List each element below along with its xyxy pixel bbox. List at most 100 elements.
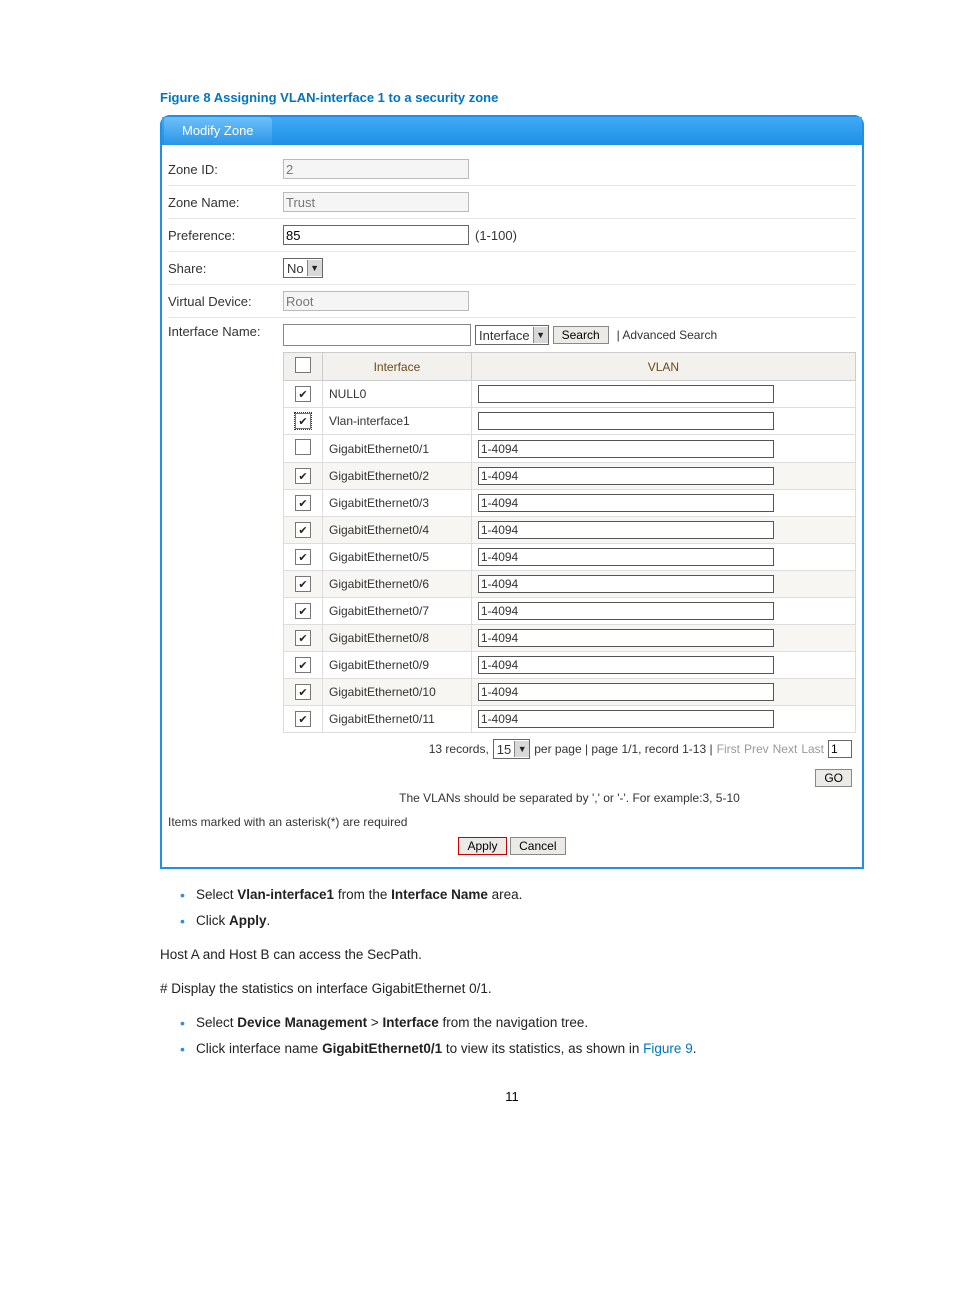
table-row: GigabitEthernet0/10 [284,679,856,706]
virtual-device-input [283,291,469,311]
per-page-value: 15 [494,742,514,757]
label-zone-id: Zone ID: [168,162,283,177]
table-row: GigabitEthernet0/11 [284,706,856,733]
zone-name-input [283,192,469,212]
table-row: Vlan-interface1 [284,408,856,435]
pager-next[interactable]: Next [773,742,798,756]
row-checkbox[interactable] [295,522,311,538]
search-field-select[interactable]: Interface ▼ [475,325,549,345]
label-zone-name: Zone Name: [168,195,283,210]
interface-cell: GigabitEthernet0/6 [323,571,472,598]
vlan-input[interactable] [478,440,774,458]
vlan-input[interactable] [478,656,774,674]
label-share: Share: [168,261,283,276]
interface-cell: GigabitEthernet0/8 [323,625,472,652]
pager-prev[interactable]: Prev [744,742,769,756]
doc-body: Select Vlan-interface1 from the Interfac… [160,885,864,1059]
step-select-vlan-interface: Select Vlan-interface1 from the Interfac… [180,885,864,905]
table-row: GigabitEthernet0/1 [284,435,856,463]
modify-zone-panel: Modify Zone Zone ID: Zone Name: Preferen… [160,115,864,869]
search-field-value: Interface [476,328,533,343]
select-all-checkbox[interactable] [295,357,311,373]
row-checkbox[interactable] [295,413,311,429]
pager-records: 13 records, [429,742,489,756]
table-row: GigabitEthernet0/7 [284,598,856,625]
share-select[interactable]: No ▼ [283,258,323,278]
interface-cell: GigabitEthernet0/7 [323,598,472,625]
table-row: GigabitEthernet0/8 [284,625,856,652]
row-checkbox[interactable] [295,495,311,511]
vlan-input[interactable] [478,683,774,701]
interface-cell: GigabitEthernet0/10 [323,679,472,706]
row-checkbox[interactable] [295,684,311,700]
per-page-select[interactable]: 15 ▼ [493,739,530,759]
vlan-input[interactable] [478,467,774,485]
vlan-input[interactable] [478,494,774,512]
required-note: Items marked with an asterisk(*) are req… [168,813,856,833]
table-row: GigabitEthernet0/9 [284,652,856,679]
vlan-input[interactable] [478,385,774,403]
row-checkbox[interactable] [295,468,311,484]
chevron-down-icon: ▼ [307,260,322,276]
table-row: GigabitEthernet0/2 [284,463,856,490]
search-button[interactable]: Search [553,326,609,344]
search-input[interactable] [283,324,471,346]
label-interface-name: Interface Name: [168,324,283,339]
col-interface: Interface [323,353,472,381]
table-row: GigabitEthernet0/6 [284,571,856,598]
interface-cell: GigabitEthernet0/2 [323,463,472,490]
advanced-search-link[interactable]: | Advanced Search [617,328,718,342]
table-row: GigabitEthernet0/5 [284,544,856,571]
col-vlan: VLAN [471,353,855,381]
row-checkbox[interactable] [295,439,311,455]
row-checkbox[interactable] [295,657,311,673]
row-checkbox[interactable] [295,711,311,727]
interface-cell: GigabitEthernet0/3 [323,490,472,517]
vlan-input[interactable] [478,710,774,728]
chevron-down-icon: ▼ [533,327,548,343]
pager-info: per page | page 1/1, record 1-13 | [534,742,712,756]
apply-button[interactable]: Apply [458,837,506,855]
row-checkbox[interactable] [295,386,311,402]
pager-first[interactable]: First [717,742,740,756]
step-click-interface-name: Click interface name GigabitEthernet0/1 … [180,1039,864,1059]
chevron-down-icon: ▼ [514,741,529,757]
share-select-value: No [284,261,307,276]
label-virtual-device: Virtual Device: [168,294,283,309]
vlan-input[interactable] [478,521,774,539]
vlan-input[interactable] [478,548,774,566]
tab-modify-zone[interactable]: Modify Zone [164,117,272,145]
interface-cell: GigabitEthernet0/1 [323,435,472,463]
step-click-apply: Click Apply. [180,911,864,931]
interface-cell: Vlan-interface1 [323,408,472,435]
row-checkbox[interactable] [295,630,311,646]
label-preference: Preference: [168,228,283,243]
table-row: NULL0 [284,381,856,408]
preference-input[interactable] [283,225,469,245]
interface-cell: GigabitEthernet0/11 [323,706,472,733]
row-checkbox[interactable] [295,576,311,592]
interface-cell: NULL0 [323,381,472,408]
paragraph-display-stats: # Display the statistics on interface Gi… [160,979,864,999]
preference-hint: (1-100) [475,228,517,243]
go-button[interactable]: GO [815,769,852,787]
vlan-input[interactable] [478,602,774,620]
figure-caption: Figure 8 Assigning VLAN-interface 1 to a… [160,90,864,105]
row-checkbox[interactable] [295,549,311,565]
vlan-helper-text: The VLANs should be separated by ',' or … [283,789,856,807]
pager-last[interactable]: Last [801,742,824,756]
cancel-button[interactable]: Cancel [510,837,565,855]
vlan-input[interactable] [478,412,774,430]
vlan-input[interactable] [478,629,774,647]
figure-9-link[interactable]: Figure 9 [643,1041,693,1056]
interface-table: Interface VLAN NULL0Vlan-interface1Gigab… [283,352,856,733]
paragraph-access: Host A and Host B can access the SecPath… [160,945,864,965]
interface-cell: GigabitEthernet0/9 [323,652,472,679]
table-row: GigabitEthernet0/4 [284,517,856,544]
interface-cell: GigabitEthernet0/4 [323,517,472,544]
table-row: GigabitEthernet0/3 [284,490,856,517]
row-checkbox[interactable] [295,603,311,619]
page-input[interactable] [828,740,852,758]
step-select-device-mgmt: Select Device Management > Interface fro… [180,1013,864,1033]
vlan-input[interactable] [478,575,774,593]
